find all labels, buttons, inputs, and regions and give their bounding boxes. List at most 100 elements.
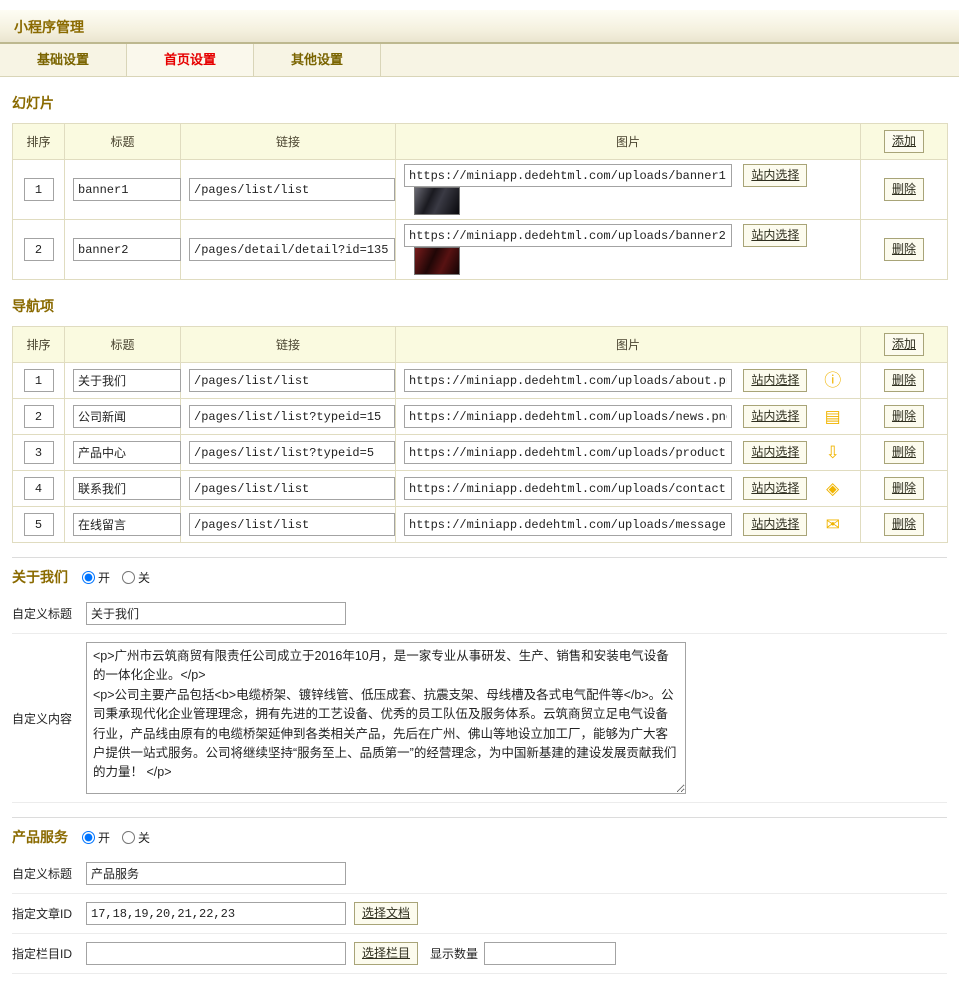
about-switch-off-radio[interactable]: [122, 571, 135, 584]
select-document-button[interactable]: 选择文档: [354, 902, 418, 924]
nav-order-input[interactable]: [24, 405, 54, 428]
products-category-id-input[interactable]: [86, 942, 346, 965]
nav-order-input[interactable]: [24, 513, 54, 536]
info-icon: ⓘ: [823, 371, 843, 391]
about-custom-content-textarea[interactable]: <p>广州市云筑商贸有限责任公司成立于2016年10月，是一家专业从事研发、生产…: [86, 642, 686, 794]
slideshow-title-input[interactable]: [73, 238, 181, 261]
slideshow-link-input[interactable]: [189, 178, 395, 201]
about-custom-content-label: 自定义内容: [12, 710, 86, 727]
nav-title-input[interactable]: [73, 513, 181, 536]
nav-link-input[interactable]: [189, 441, 395, 464]
about-switch-on-label: 开: [98, 569, 110, 586]
tab-home-settings[interactable]: 首页设置: [127, 44, 254, 76]
products-switch-on-radio[interactable]: [82, 831, 95, 844]
products-switch-off-radio[interactable]: [122, 831, 135, 844]
slideshow-title-input[interactable]: [73, 178, 181, 201]
column-link: 链接: [181, 327, 396, 363]
nav-image-url-input[interactable]: [404, 405, 732, 428]
products-article-id-label: 指定文章ID: [12, 905, 86, 922]
nav-add-button[interactable]: 添加: [884, 333, 924, 355]
nav-order-input[interactable]: [24, 441, 54, 464]
about-custom-content-row: 自定义内容 <p>广州市云筑商贸有限责任公司成立于2016年10月，是一家专业从…: [12, 634, 947, 803]
download-box-icon: ⇩: [823, 443, 843, 463]
nav-row: 站内选择 ⇩ 删除: [13, 435, 948, 471]
nav-delete-button[interactable]: 删除: [884, 477, 924, 499]
nav-title-input[interactable]: [73, 477, 181, 500]
nav-delete-button[interactable]: 删除: [884, 405, 924, 427]
products-custom-title-row: 自定义标题: [12, 854, 947, 894]
site-select-button[interactable]: 站内选择: [743, 513, 807, 535]
products-category-id-label: 指定栏目ID: [12, 945, 86, 962]
site-select-button[interactable]: 站内选择: [743, 477, 807, 499]
slideshow-header-row: 排序 标题 链接 图片 添加: [13, 124, 948, 160]
message-icon: ✉: [823, 515, 843, 535]
about-switch-on-radio[interactable]: [82, 571, 95, 584]
nav-row: 站内选择 ✉ 删除: [13, 507, 948, 543]
slideshow-image-url-input[interactable]: [404, 164, 732, 187]
tab-other-settings[interactable]: 其他设置: [254, 44, 381, 76]
nav-link-input[interactable]: [189, 405, 395, 428]
banner2-thumbnail: [414, 247, 460, 275]
nav-row: 站内选择 ◈ 删除: [13, 471, 948, 507]
nav-link-input[interactable]: [189, 369, 395, 392]
display-count-input[interactable]: [484, 942, 616, 965]
slideshow-image-url-input[interactable]: [404, 224, 732, 247]
slideshow-row: 站内选择 删除: [13, 220, 948, 280]
nav-image-url-input[interactable]: [404, 477, 732, 500]
site-select-button[interactable]: 站内选择: [743, 441, 807, 463]
site-select-button[interactable]: 站内选择: [743, 369, 807, 391]
miniapp-admin-page: 小程序管理 基础设置 首页设置 其他设置 幻灯片 排序 标题 链接 图片 添加: [0, 10, 959, 988]
tab-basic-settings[interactable]: 基础设置: [0, 44, 127, 76]
column-image: 图片: [396, 124, 861, 160]
nav-section-title: 导航项: [12, 296, 947, 316]
about-switch-on[interactable]: 开: [82, 569, 110, 586]
site-select-button[interactable]: 站内选择: [743, 164, 807, 186]
slideshow-section-title: 幻灯片: [12, 93, 947, 113]
site-select-button[interactable]: 站内选择: [743, 224, 807, 246]
nav-title-input[interactable]: [73, 441, 181, 464]
nav-title-input[interactable]: [73, 369, 181, 392]
products-custom-title-input[interactable]: [86, 862, 346, 885]
nav-order-input[interactable]: [24, 369, 54, 392]
nav-link-input[interactable]: [189, 513, 395, 536]
slideshow-delete-button[interactable]: 删除: [884, 238, 924, 260]
site-select-button[interactable]: 站内选择: [743, 405, 807, 427]
slideshow-link-input[interactable]: [189, 238, 395, 261]
products-switch-on[interactable]: 开: [82, 829, 110, 846]
main-content: 幻灯片 排序 标题 链接 图片 添加: [0, 93, 959, 988]
column-link: 链接: [181, 124, 396, 160]
column-order: 排序: [13, 327, 65, 363]
page-header: 小程序管理: [0, 10, 959, 44]
nav-delete-button[interactable]: 删除: [884, 441, 924, 463]
nav-add-cell: 添加: [861, 327, 948, 363]
slideshow-order-input[interactable]: [24, 238, 54, 261]
about-switch-group: 开 关: [82, 569, 150, 586]
products-article-id-input[interactable]: [86, 902, 346, 925]
about-custom-title-input[interactable]: [86, 602, 346, 625]
nav-order-input[interactable]: [24, 477, 54, 500]
products-section-title: 产品服务: [12, 827, 68, 847]
products-custom-title-label: 自定义标题: [12, 865, 86, 882]
about-switch-off[interactable]: 关: [122, 569, 150, 586]
display-count-label: 显示数量: [430, 945, 478, 962]
cube-icon: ◈: [823, 479, 843, 499]
column-title: 标题: [65, 327, 181, 363]
slideshow-order-input[interactable]: [24, 178, 54, 201]
about-custom-title-row: 自定义标题: [12, 594, 947, 634]
products-switch-off[interactable]: 关: [122, 829, 150, 846]
news-list-icon: ▤: [823, 407, 843, 427]
products-article-id-row: 指定文章ID 选择文档: [12, 894, 947, 934]
slideshow-delete-button[interactable]: 删除: [884, 178, 924, 200]
about-section-head: 关于我们 开 关: [12, 557, 947, 594]
products-section-head: 产品服务 开 关: [12, 817, 947, 854]
nav-header-row: 排序 标题 链接 图片 添加: [13, 327, 948, 363]
nav-delete-button[interactable]: 删除: [884, 513, 924, 535]
nav-image-url-input[interactable]: [404, 369, 732, 392]
select-category-button[interactable]: 选择栏目: [354, 942, 418, 964]
nav-link-input[interactable]: [189, 477, 395, 500]
nav-image-url-input[interactable]: [404, 513, 732, 536]
nav-title-input[interactable]: [73, 405, 181, 428]
nav-image-url-input[interactable]: [404, 441, 732, 464]
nav-delete-button[interactable]: 删除: [884, 369, 924, 391]
slideshow-add-button[interactable]: 添加: [884, 130, 924, 152]
